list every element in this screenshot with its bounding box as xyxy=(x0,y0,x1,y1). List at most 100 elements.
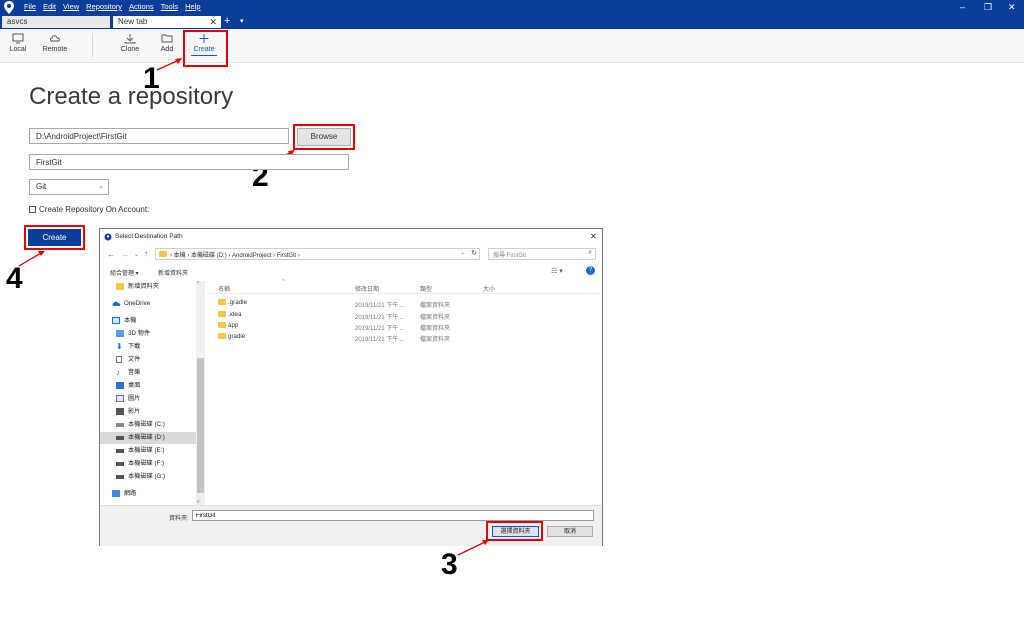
scroll-up-icon[interactable]: ^ xyxy=(197,281,199,287)
repository-name-input[interactable] xyxy=(29,154,349,170)
file-list-header: 名稱 ^ 修改日期 類型 大小 xyxy=(206,279,602,294)
close-tab-icon[interactable]: ✕ xyxy=(209,16,217,28)
nav-item-drive-e[interactable]: 本機磁碟 (E:) xyxy=(100,445,196,457)
tab-new-tab[interactable]: New tab ✕ xyxy=(113,16,221,28)
address-bar[interactable]: › 本機 › 本機磁碟 (D:) › AndroidProject › Firs… xyxy=(155,248,480,260)
nav-item-drive-c[interactable]: 本機磁碟 (C:) xyxy=(100,419,196,431)
organize-button[interactable]: 組合管理 ▾ xyxy=(110,268,139,277)
menu-actions[interactable]: Actions xyxy=(129,2,154,11)
folder-icon xyxy=(218,322,226,328)
annotation-box-create xyxy=(183,30,228,67)
network-icon xyxy=(112,490,120,497)
folder-open-icon xyxy=(161,34,173,43)
back-arrow-icon[interactable]: ← xyxy=(107,250,115,259)
nav-item-music[interactable]: ♪ 音樂 xyxy=(100,367,196,379)
drive-icon xyxy=(116,436,124,440)
file-row[interactable]: app xyxy=(218,320,448,331)
up-arrow-icon[interactable]: ↑ xyxy=(144,249,148,258)
help-icon[interactable]: ? xyxy=(586,266,595,275)
annotation-box-browse xyxy=(293,124,355,150)
drive-icon xyxy=(116,449,124,453)
repository-type-select[interactable]: Git ⌄ xyxy=(29,179,109,195)
add-tab-button[interactable]: + xyxy=(224,15,230,27)
nav-item-this-pc[interactable]: 本機 xyxy=(100,315,196,327)
menu-repository[interactable]: Repository xyxy=(86,2,122,11)
minimize-button[interactable]: – xyxy=(960,2,965,12)
music-icon: ♪ xyxy=(116,368,120,377)
column-date[interactable]: 修改日期 xyxy=(355,284,379,293)
nav-item-downloads[interactable]: ⬇ 下載 xyxy=(100,341,196,353)
nav-item-pictures[interactable]: 圖片 xyxy=(100,393,196,405)
tab-dropdown-button[interactable]: ▾ xyxy=(240,17,244,25)
create-on-account-checkbox[interactable] xyxy=(29,206,36,213)
menu-view[interactable]: View xyxy=(63,2,79,11)
chevron-down-icon: ⌄ xyxy=(98,183,104,190)
nav-item-new-folder[interactable]: 新增資料夾 xyxy=(100,281,196,293)
sort-indicator-icon: ^ xyxy=(282,279,285,285)
menu-edit[interactable]: Edit xyxy=(43,2,56,11)
file-type: 檔案資料夾 xyxy=(420,337,451,343)
menu-tools[interactable]: Tools xyxy=(161,2,179,11)
new-folder-button[interactable]: 新增資料夾 xyxy=(158,268,188,277)
forward-arrow-icon[interactable]: → xyxy=(121,250,129,259)
clone-button[interactable]: Clone xyxy=(110,33,150,53)
column-size[interactable]: 大小 xyxy=(483,284,495,293)
nav-item-drive-d[interactable]: 本機磁碟 (D:) xyxy=(100,432,196,444)
annotation-arrow-1 xyxy=(156,58,182,71)
nav-item-onedrive[interactable]: OneDrive xyxy=(100,298,196,310)
file-name: gradle xyxy=(228,333,246,340)
breadcrumb-firstgit[interactable]: FirstGit xyxy=(277,253,296,259)
file-row[interactable]: gradle xyxy=(218,331,448,342)
nav-scrollbar-thumb[interactable] xyxy=(197,358,204,493)
nav-item-network[interactable]: 網路 xyxy=(100,488,196,500)
dialog-app-icon xyxy=(104,233,112,241)
breadcrumb-this-pc[interactable]: 本機 xyxy=(174,253,186,259)
column-type[interactable]: 類型 xyxy=(420,284,432,293)
close-window-button[interactable]: ✕ xyxy=(1008,2,1016,13)
annotation-arrow-3 xyxy=(457,540,489,556)
nav-item-drive-g[interactable]: 本機磁碟 (G:) xyxy=(100,471,196,483)
annotation-box-create-repo xyxy=(24,225,85,250)
remote-label: Remote xyxy=(42,46,68,53)
restore-button[interactable]: ❐ xyxy=(984,2,992,13)
monitor-icon xyxy=(12,33,24,44)
nav-item-documents[interactable]: 文件 xyxy=(100,354,196,366)
breadcrumb-drive-d[interactable]: 本機磁碟 (D:) xyxy=(191,253,227,259)
file-row[interactable]: .idea xyxy=(218,309,448,320)
nav-item-desktop[interactable]: 桌面 xyxy=(100,380,196,392)
nav-item-label: 新增資料夾 xyxy=(128,283,159,290)
nav-item-videos[interactable]: 影片 xyxy=(100,406,196,418)
folder-name-input[interactable] xyxy=(192,510,594,521)
nav-item-label: 本機 xyxy=(124,317,137,324)
nav-scrollbar[interactable]: ^ v xyxy=(196,281,205,505)
view-options-icon[interactable]: ☷ ▾ xyxy=(551,267,563,275)
add-button[interactable]: Add xyxy=(147,33,187,53)
annotation-arrow-4 xyxy=(18,251,45,267)
refresh-icon[interactable]: ↻ xyxy=(471,249,477,257)
local-button[interactable]: Local xyxy=(0,33,38,53)
title-bar: File Edit View Repository Actions Tools … xyxy=(0,0,1024,15)
destination-path-input[interactable] xyxy=(29,128,289,144)
menu-help[interactable]: Help xyxy=(185,2,200,11)
create-on-account-label: Create Repository On Account: xyxy=(39,205,150,214)
file-name: .gradle xyxy=(228,299,247,306)
tab-asvcs[interactable]: asvcs xyxy=(2,16,110,28)
dialog-close-button[interactable]: ✕ xyxy=(590,232,597,241)
remote-button[interactable]: Remote xyxy=(35,33,75,53)
address-dropdown-icon[interactable]: ⌄ xyxy=(460,249,465,256)
nav-item-drive-f[interactable]: 本機磁碟 (F:) xyxy=(100,458,196,470)
search-box[interactable]: 搜尋 FirstGit ⌕ xyxy=(488,248,596,260)
file-row[interactable]: .gradle xyxy=(218,297,448,308)
folder-icon xyxy=(218,333,226,339)
toolbar: Local Remote Clone Add Create xyxy=(0,29,1024,63)
recent-dropdown-icon[interactable]: ⌄ xyxy=(134,251,139,258)
folder-icon xyxy=(116,283,124,290)
menu-file[interactable]: File xyxy=(24,2,36,11)
cancel-button[interactable]: 取消 xyxy=(547,526,593,537)
nav-item-label: 下載 xyxy=(128,343,141,350)
picture-icon xyxy=(116,395,124,402)
nav-item-3d-objects[interactable]: 3D 物件 xyxy=(100,328,196,340)
column-name[interactable]: 名稱 xyxy=(218,284,230,293)
breadcrumb-androidproject[interactable]: AndroidProject xyxy=(232,253,271,259)
computer-icon xyxy=(112,317,120,324)
